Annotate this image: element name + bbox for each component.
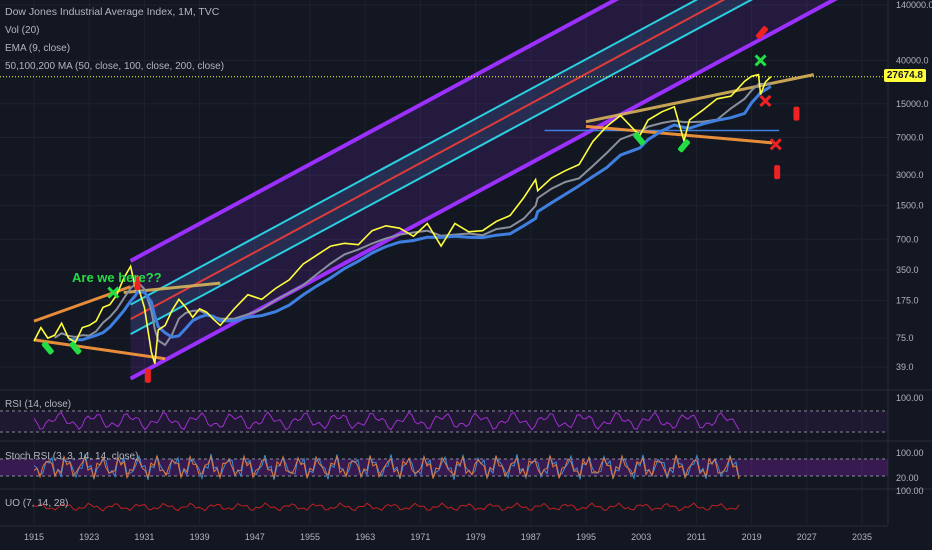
x-tick-label: 1923 bbox=[79, 532, 99, 542]
y-tick-label: 350.0 bbox=[896, 265, 919, 275]
y-tick-label: 7000.0 bbox=[896, 132, 924, 142]
y-tick-label: 39.0 bbox=[896, 362, 914, 372]
sell-hand-icon bbox=[793, 106, 800, 121]
sell-x-marker-mark bbox=[759, 94, 772, 107]
x-tick-label: 2035 bbox=[852, 532, 872, 542]
last-price-tag: 27674.8 bbox=[883, 69, 926, 82]
vol-legend[interactable]: Vol (20) bbox=[5, 25, 39, 36]
y-tick-label: 3000.0 bbox=[896, 170, 924, 180]
x-tick-label: 1963 bbox=[355, 532, 375, 542]
y-tick-label: 15000.0 bbox=[896, 99, 929, 109]
trend-support-2000 bbox=[585, 124, 773, 145]
y-tick-label: 75.0 bbox=[896, 333, 914, 343]
uo-line bbox=[33, 502, 740, 512]
x-tick-label: 1987 bbox=[521, 532, 541, 542]
ma-legend[interactable]: 50,100,200 MA (50, close, 100, close, 20… bbox=[5, 61, 224, 72]
y-tick-label: 140000.0 bbox=[896, 0, 932, 10]
y-tick-label: 40000.0 bbox=[896, 55, 929, 65]
x-tick-label: 2019 bbox=[742, 532, 762, 542]
annotation-text: Are we here?? bbox=[72, 270, 162, 285]
sell-x-marker bbox=[769, 138, 782, 151]
pane-tick-label: 100.00 bbox=[896, 486, 924, 496]
pane-tick-label: 100.00 bbox=[896, 448, 924, 458]
sell-x-marker-mark bbox=[769, 138, 782, 151]
price-chart[interactable]: Are we here?? 39.0 75.0 175.0 350.0 700.0 150… bbox=[0, 0, 932, 550]
x-tick-label: 2011 bbox=[687, 532, 706, 542]
buy-hand-icon bbox=[633, 132, 646, 146]
indicator-panes: 100.00 100.00 20.00 100.00 bbox=[0, 389, 932, 512]
time-axis[interactable]: 1915 1923 1931 1939 1947 1955 1963 1971 1979 1987… bbox=[0, 525, 888, 542]
y-tick-label: 175.0 bbox=[896, 296, 919, 306]
y-tick-label: 1500.0 bbox=[896, 201, 924, 211]
uo-label[interactable]: UO (7, 14, 28) bbox=[5, 498, 68, 509]
y-tick-label: 700.0 bbox=[896, 234, 919, 244]
x-tick-label: 1979 bbox=[466, 532, 486, 542]
x-tick-label: 2027 bbox=[797, 532, 817, 542]
chart-title: Dow Jones Industrial Average Index, 1M, … bbox=[5, 6, 220, 18]
sell-hand-icon bbox=[144, 368, 151, 383]
x-tick-label: 1915 bbox=[24, 532, 44, 542]
x-tick-label: 1939 bbox=[190, 532, 210, 542]
pane-tick-label: 20.00 bbox=[896, 473, 919, 483]
x-tick-label: 1955 bbox=[300, 532, 320, 542]
ema-legend[interactable]: EMA (9, close) bbox=[5, 43, 70, 54]
x-tick-label: 2003 bbox=[631, 532, 651, 542]
x-tick-label: 1971 bbox=[410, 532, 430, 542]
x-tick-label: 1931 bbox=[134, 532, 154, 542]
x-tick-label: 1947 bbox=[245, 532, 265, 542]
rsi-label[interactable]: RSI (14, close) bbox=[5, 399, 71, 410]
stoch-rsi-label[interactable]: Stoch RSI (3, 3, 14, 14, close) bbox=[5, 451, 138, 462]
sell-x-marker bbox=[759, 94, 772, 107]
pane-tick-label: 100.00 bbox=[896, 393, 924, 403]
sell-hand-icon bbox=[774, 165, 781, 180]
x-tick-label: 1995 bbox=[576, 532, 596, 542]
channel-fill-outer bbox=[130, 0, 834, 379]
rsi-band-fill bbox=[0, 411, 888, 432]
